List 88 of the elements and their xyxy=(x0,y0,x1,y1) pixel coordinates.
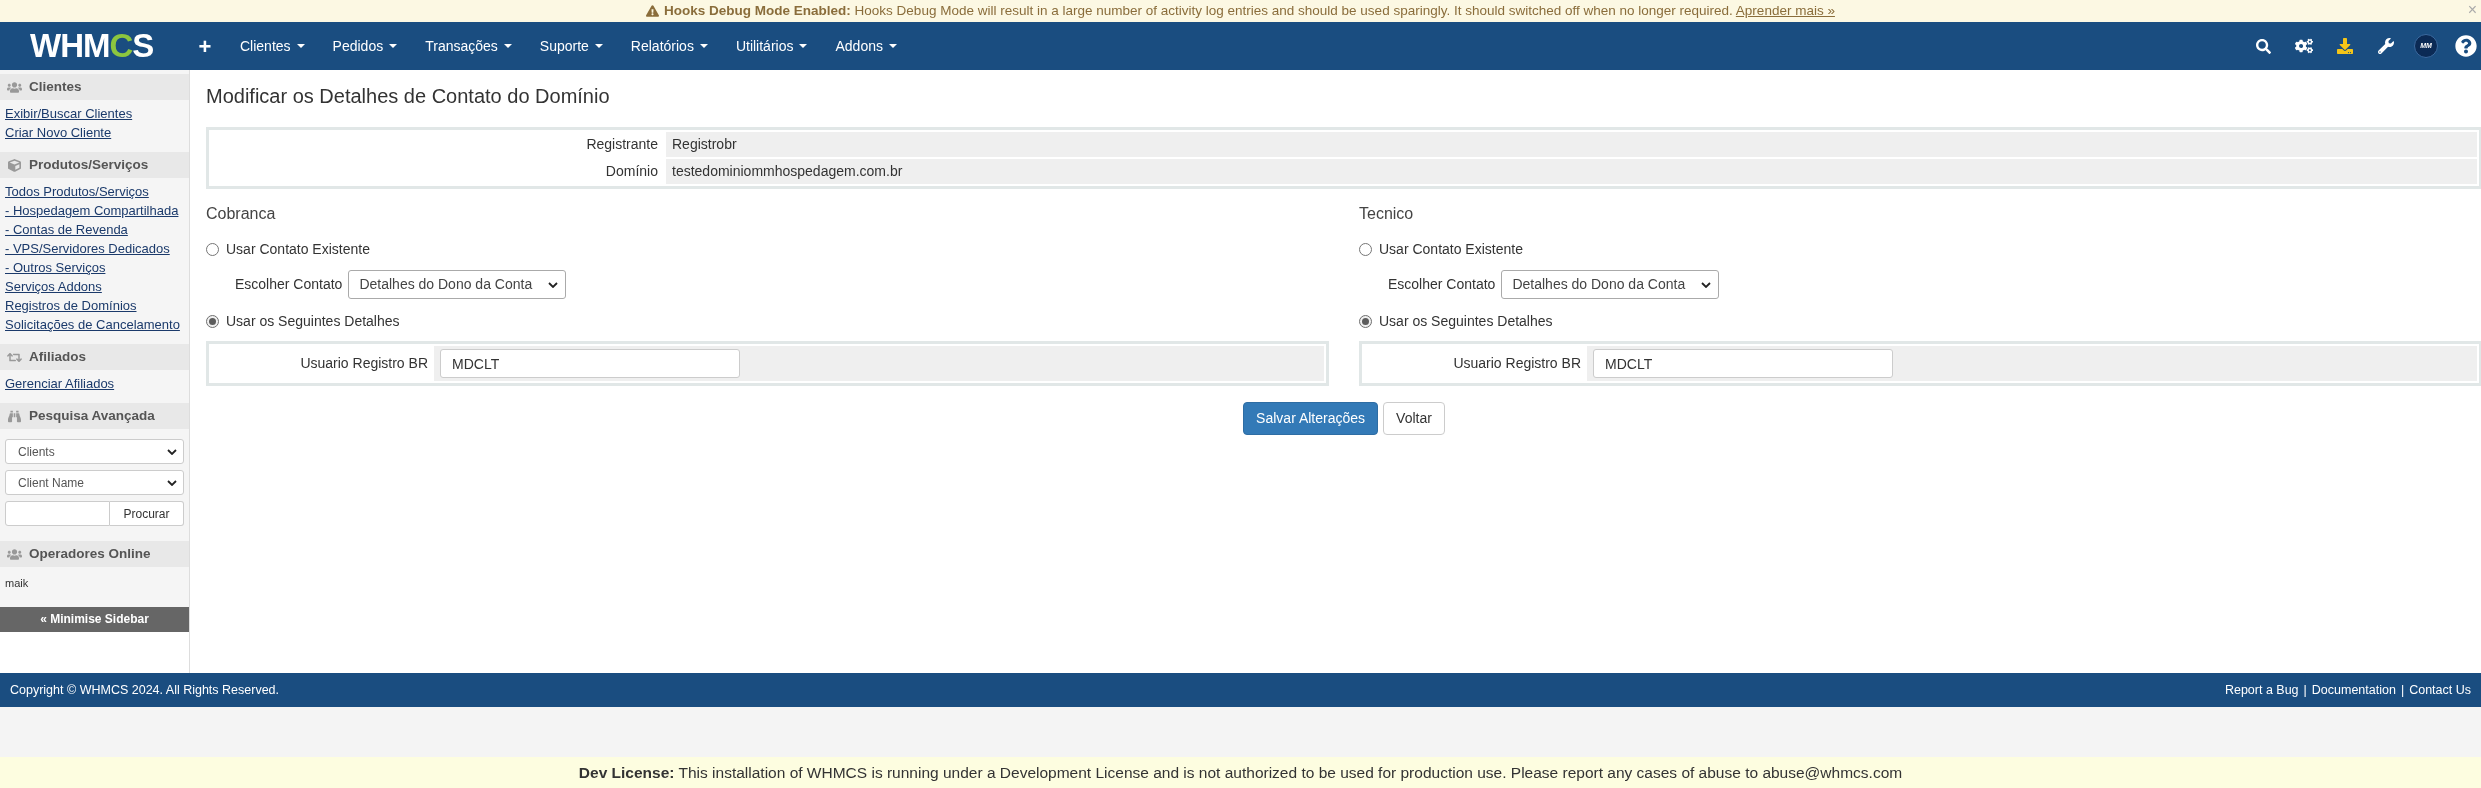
radio-button[interactable] xyxy=(206,314,219,328)
sidebar-link[interactable]: Gerenciar Afiliados xyxy=(5,374,115,393)
sidebar-link[interactable]: - Hospedagem Compartilhada xyxy=(5,201,179,220)
link-separator: | xyxy=(2303,681,2307,699)
registro-input-field[interactable]: MDCLT xyxy=(440,349,740,378)
sidebar-link[interactable]: - VPS/Servidores Dedicados xyxy=(5,239,170,258)
nav-menu-item[interactable]: Utilitários xyxy=(721,22,822,70)
online-operator: maik xyxy=(5,576,30,591)
users-icon xyxy=(7,547,22,561)
learn-more-link[interactable]: Aprender mais » xyxy=(1735,2,1835,18)
search-button[interactable]: Procurar xyxy=(110,501,184,526)
sidebar-section-title: Pesquisa Avançada xyxy=(29,406,155,425)
link-separator: | xyxy=(2400,681,2405,699)
loop-arrows-icon xyxy=(7,350,22,364)
sidebar-link[interactable]: Todos Produtos/Serviços xyxy=(5,182,149,201)
download-icon xyxy=(2337,38,2353,54)
warning-icon xyxy=(646,5,660,17)
search-dropdown[interactable]: Clients xyxy=(5,439,184,464)
info-value: Registrobr xyxy=(666,132,2477,157)
sidebar-link[interactable]: - Outros Serviços xyxy=(5,258,106,277)
radio-button[interactable] xyxy=(1359,314,1372,328)
chevron-down-icon xyxy=(548,281,559,288)
field-label: Escolher Contato xyxy=(235,275,343,294)
info-label: Registrante xyxy=(585,135,659,154)
minimise-sidebar-button[interactable]: « Minimise Sidebar xyxy=(0,606,189,632)
caret-down-icon xyxy=(296,44,305,48)
sidebar-link[interactable]: Exibir/Buscar Clientes xyxy=(5,104,133,123)
registro-input-field[interactable]: MDCLT xyxy=(1593,349,1893,378)
nav-menu-item[interactable]: Pedidos xyxy=(318,22,412,70)
footer-link[interactable]: Documentation xyxy=(2311,680,2396,700)
footer-link[interactable]: Report a Bug xyxy=(2224,680,2299,700)
sidebar-section-title: Produtos/Serviços xyxy=(29,155,149,174)
search-dropdown[interactable]: Client Name xyxy=(5,470,184,495)
sidebar-link[interactable]: Serviços Addons xyxy=(5,277,102,296)
caret-down-icon xyxy=(699,44,708,48)
nav-menu-item[interactable]: Addons xyxy=(821,22,911,70)
sidebar-section-title: Clientes xyxy=(29,77,82,96)
radio-label[interactable]: Usar Contato Existente xyxy=(226,238,370,260)
save-button[interactable]: Salvar Alterações xyxy=(1243,402,1379,435)
radio-button[interactable] xyxy=(206,242,219,256)
radio-label[interactable]: Usar Contato Existente xyxy=(1379,238,1523,260)
users-icon xyxy=(7,80,22,94)
caret-down-icon xyxy=(389,44,398,48)
nav-menu-item[interactable]: Suporte xyxy=(525,22,617,70)
wrench-icon xyxy=(2378,38,2394,54)
field-label: Escolher Contato xyxy=(1388,275,1496,294)
caret-down-icon xyxy=(594,44,603,48)
sidebar-section-title: Operadores Online xyxy=(29,544,151,563)
contact-dropdown[interactable]: Detalhes do Dono da Conta xyxy=(1501,270,1720,299)
field-label: Usuario Registro BR xyxy=(1452,354,1582,373)
caret-down-icon xyxy=(799,44,808,48)
field-label: Usuario Registro BR xyxy=(299,354,429,373)
debug-notice-message: Hooks Debug Mode Enabled: Hooks Debug Mode will result in a large number of activity log entries and should be used sparingly. It should switched off when no longer required. Aprender mais » xyxy=(664,1,1835,20)
gears-icon xyxy=(2295,38,2313,54)
chevron-down-icon xyxy=(1701,281,1712,288)
copyright-text: Copyright © WHMCS 2024. All Rights Reserved. xyxy=(10,681,280,699)
chevron-down-icon xyxy=(167,479,177,486)
help-icon xyxy=(2455,35,2477,57)
contact-dropdown[interactable]: Detalhes do Dono da Conta xyxy=(348,270,567,299)
search-icon xyxy=(2255,38,2271,54)
sidebar-link[interactable]: Registros de Domínios xyxy=(5,296,137,315)
nav-menu-item[interactable]: Transações xyxy=(411,22,526,70)
radio-label[interactable]: Usar os Seguintes Detalhes xyxy=(1379,310,1553,332)
info-value: testedominiommhospedagem.com.br xyxy=(666,159,2477,184)
whmcs-logo[interactable]: WHMCS xyxy=(30,27,154,64)
back-button[interactable]: Voltar xyxy=(1383,402,1445,435)
sidebar-section-title: Afiliados xyxy=(29,347,86,366)
caret-down-icon xyxy=(503,44,512,48)
page-title: Modificar os Detalhes de Contato do Domínio xyxy=(206,84,611,108)
search-input-field[interactable] xyxy=(5,501,110,526)
help-button[interactable] xyxy=(2453,33,2479,59)
cube-icon xyxy=(7,158,22,172)
binoculars-icon xyxy=(7,409,22,423)
contact-section-title: Cobranca xyxy=(206,204,277,224)
caret-down-icon xyxy=(888,44,897,48)
nav-menu-item[interactable]: Clientes xyxy=(226,22,319,70)
nav-menu-item[interactable]: Relatórios xyxy=(616,22,722,70)
contact-section-title: Tecnico xyxy=(1359,204,1415,224)
sidebar-link[interactable]: Solicitações de Cancelamento xyxy=(5,315,180,334)
add-button[interactable]: + xyxy=(190,22,220,70)
info-label: Domínio xyxy=(604,162,659,181)
radio-button[interactable] xyxy=(1359,242,1372,256)
sidebar-link[interactable]: Criar Novo Cliente xyxy=(5,123,112,142)
chevron-down-icon xyxy=(167,448,177,455)
sidebar-link[interactable]: - Contas de Revenda xyxy=(5,220,128,239)
radio-label[interactable]: Usar os Seguintes Detalhes xyxy=(226,310,400,332)
footer-link[interactable]: Contact Us xyxy=(2409,680,2471,700)
license-message: Dev License: This installation of WHMCS is running under a Development License and is not authorized to be used for production use. Please report any cases of abuse to abuse@whmcs.com xyxy=(578,762,1903,783)
